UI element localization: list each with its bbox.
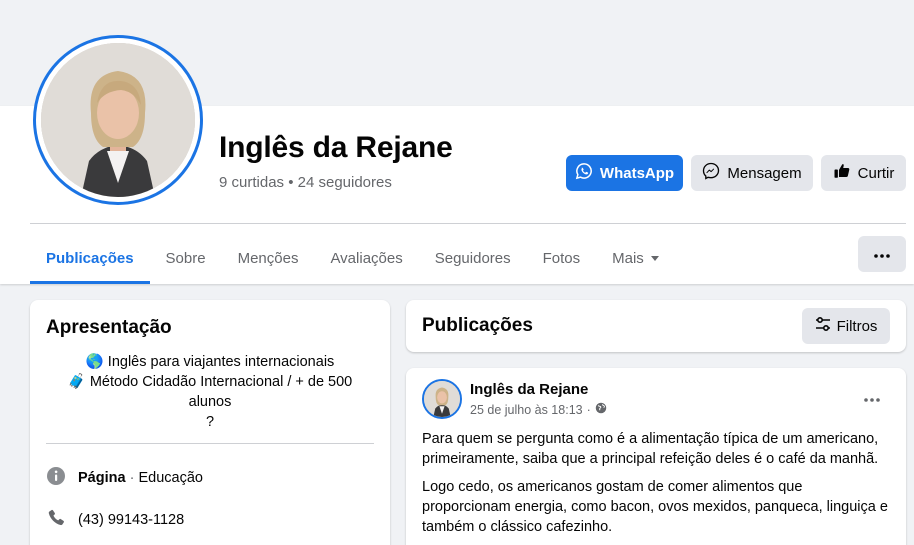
post-paragraph: Logo cedo, os americanos gostam de comer… bbox=[422, 479, 888, 535]
post-card: Inglês da Rejane 25 de julho às 18:13 · … bbox=[406, 368, 906, 545]
post-body: Para quem se pergunta como é a alimentaç… bbox=[422, 429, 892, 545]
post-author-avatar[interactable] bbox=[422, 379, 462, 419]
phone-number[interactable]: (43) 99143-1128 bbox=[78, 512, 184, 528]
bio-line: alunos bbox=[188, 394, 232, 410]
category-separator: · bbox=[129, 470, 135, 486]
header-divider bbox=[30, 223, 906, 224]
info-icon bbox=[46, 466, 66, 490]
tab-label: Publicações bbox=[46, 249, 134, 267]
filter-sliders-icon bbox=[815, 316, 831, 336]
bio-line: 🌎 Inglês para viajantes internacionais bbox=[85, 354, 335, 370]
post-options-button[interactable] bbox=[856, 384, 888, 412]
ellipsis-icon bbox=[864, 389, 880, 407]
filters-button[interactable]: Filtros bbox=[802, 308, 890, 344]
post-date[interactable]: 25 de julho às 18:13 bbox=[470, 403, 583, 417]
bio-line: 🧳 Método Cidadão Internacional / + de 50… bbox=[67, 374, 353, 390]
page-category[interactable]: Educação bbox=[138, 470, 203, 486]
publications-header-card: Publicações Filtros bbox=[406, 300, 906, 352]
whatsapp-label: WhatsApp bbox=[599, 164, 675, 182]
tab-avaliacoes[interactable]: Avaliações bbox=[314, 232, 418, 284]
tab-label: Menções bbox=[237, 249, 299, 267]
profile-avatar[interactable] bbox=[33, 35, 203, 205]
page-tabs: Publicações Sobre Menções Avaliações Seg… bbox=[30, 232, 676, 284]
page-category-row: Página · Educação bbox=[46, 466, 203, 490]
more-options-button[interactable] bbox=[858, 236, 906, 272]
thumbs-up-icon bbox=[833, 162, 851, 184]
intro-title: Apresentação bbox=[46, 317, 172, 338]
page-type-label: Página bbox=[78, 470, 126, 486]
message-label: Mensagem bbox=[727, 164, 802, 182]
like-label: Curtir bbox=[857, 164, 895, 182]
intro-bio: 🌎 Inglês para viajantes internacionais 🧳… bbox=[46, 352, 374, 432]
whatsapp-icon bbox=[575, 162, 593, 184]
tab-mencoes[interactable]: Menções bbox=[222, 232, 315, 284]
intro-card: Apresentação 🌎 Inglês para viajantes int… bbox=[30, 300, 390, 545]
tab-mais[interactable]: Mais bbox=[596, 232, 676, 284]
page-stats[interactable]: 9 curtidas • 24 seguidores bbox=[219, 174, 392, 191]
bio-line: ? bbox=[205, 414, 215, 430]
tab-label: Sobre bbox=[165, 249, 206, 267]
post-paragraph: Para quem se pergunta como é a alimentaç… bbox=[422, 431, 879, 467]
messenger-icon bbox=[702, 162, 720, 184]
ellipsis-icon bbox=[874, 245, 890, 263]
tab-sobre[interactable]: Sobre bbox=[150, 232, 222, 284]
whatsapp-button[interactable]: WhatsApp bbox=[566, 155, 683, 191]
tab-fotos[interactable]: Fotos bbox=[527, 232, 597, 284]
profile-photo bbox=[41, 43, 195, 197]
post-author-name[interactable]: Inglês da Rejane bbox=[470, 381, 588, 398]
filters-label: Filtros bbox=[836, 317, 878, 335]
phone-icon bbox=[46, 508, 66, 532]
tab-label: Avaliações bbox=[330, 249, 403, 267]
tab-label: Seguidores bbox=[434, 249, 511, 267]
caret-down-icon bbox=[650, 250, 660, 267]
globe-icon bbox=[595, 402, 607, 417]
page-title: Inglês da Rejane bbox=[219, 131, 453, 164]
intro-divider bbox=[46, 443, 374, 444]
tab-seguidores[interactable]: Seguidores bbox=[419, 232, 527, 284]
message-button[interactable]: Mensagem bbox=[691, 155, 813, 191]
phone-row: (43) 99143-1128 bbox=[46, 508, 184, 532]
like-button[interactable]: Curtir bbox=[821, 155, 906, 191]
tab-label: Fotos bbox=[542, 249, 581, 267]
post-meta: 25 de julho às 18:13 · bbox=[470, 402, 607, 417]
publications-title: Publicações bbox=[422, 315, 533, 336]
tab-label: Mais bbox=[612, 249, 644, 267]
tab-publicacoes[interactable]: Publicações bbox=[30, 232, 150, 284]
post-meta-separator: · bbox=[586, 402, 591, 417]
